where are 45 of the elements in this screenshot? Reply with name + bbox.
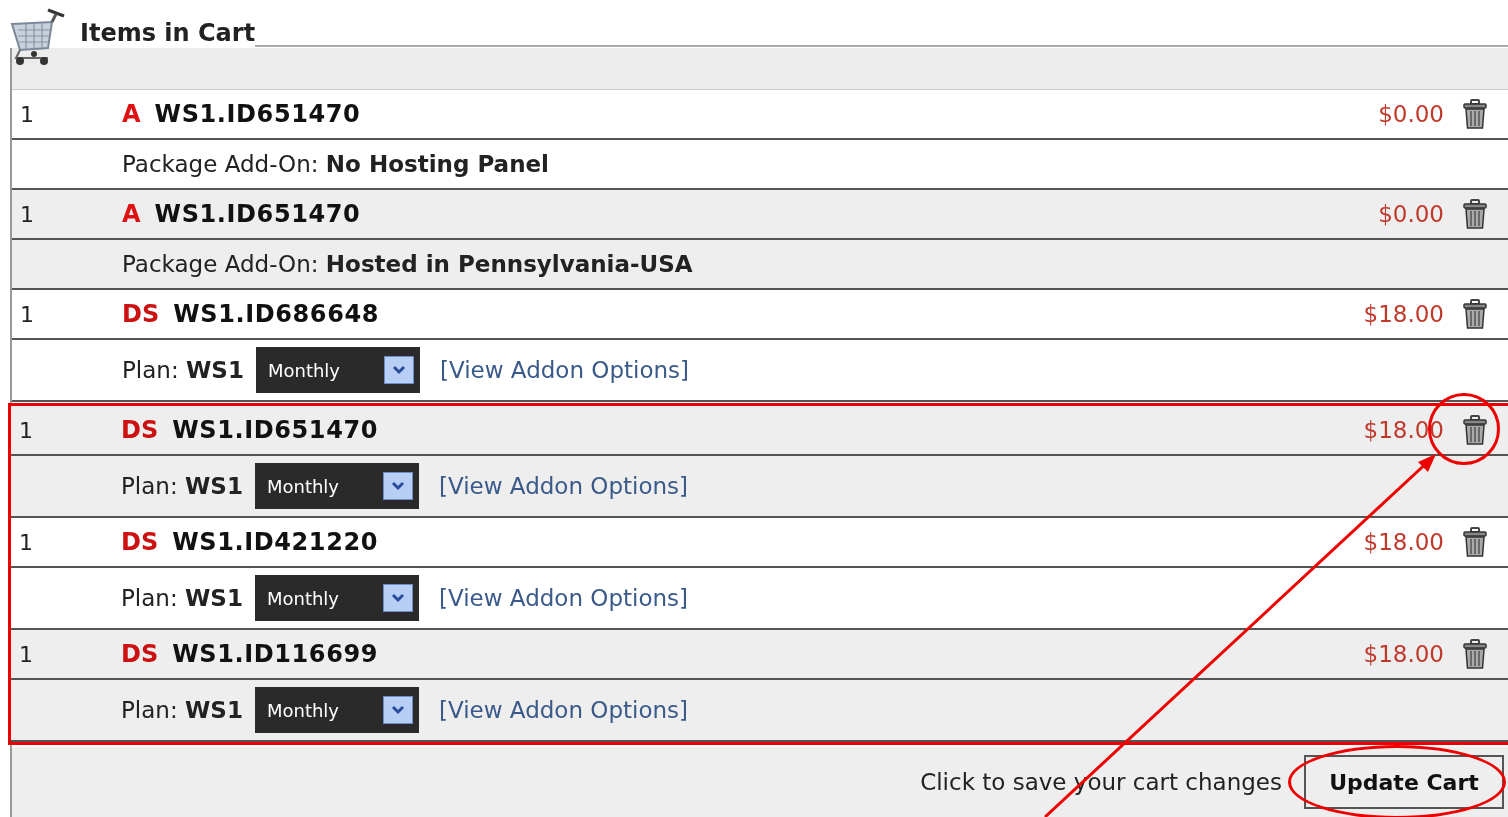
- item-type: DS: [121, 415, 159, 446]
- price: $18.00: [1363, 639, 1444, 669]
- quantity: 1: [19, 300, 35, 329]
- price: $18.00: [1363, 527, 1444, 557]
- delete-trash-icon[interactable]: [1462, 199, 1488, 229]
- delete-trash-icon[interactable]: [1462, 299, 1488, 329]
- billing-dropdown[interactable]: Monthly: [254, 687, 419, 733]
- quantity: 1: [18, 416, 34, 445]
- quantity: 1: [19, 200, 35, 229]
- quantity: 1: [18, 528, 34, 557]
- item-type: DS: [121, 639, 159, 670]
- plan-label: Plan: WS1: [121, 583, 243, 613]
- item-code: WS1.ID686648: [173, 299, 380, 330]
- billing-dropdown[interactable]: Monthly: [254, 463, 419, 509]
- view-addon-options-link[interactable]: [View Addon Options]: [438, 692, 689, 728]
- billing-dropdown[interactable]: Monthly: [255, 347, 420, 393]
- addon-description: Package Add-On: No Hosting Panel: [122, 149, 549, 179]
- item-code: WS1.ID421220: [172, 527, 379, 558]
- delete-trash-icon[interactable]: [1462, 99, 1488, 129]
- item-code: WS1.ID651470: [154, 99, 361, 130]
- quantity: 1: [18, 640, 34, 669]
- delete-trash-icon[interactable]: [1462, 639, 1488, 669]
- view-addon-options-link[interactable]: [View Addon Options]: [439, 352, 690, 388]
- item-code: WS1.ID116699: [172, 639, 379, 670]
- item-type: A: [122, 199, 141, 230]
- item-type: DS: [121, 527, 159, 558]
- plan-label: Plan: WS1: [121, 471, 243, 501]
- update-cart-button[interactable]: Update Cart: [1304, 755, 1504, 809]
- quantity: 1: [19, 100, 35, 129]
- delete-trash-icon[interactable]: [1462, 415, 1488, 445]
- price: $0.00: [1378, 199, 1444, 229]
- delete-trash-icon[interactable]: [1462, 527, 1488, 557]
- plan-label: Plan: WS1: [121, 695, 243, 725]
- price: $18.00: [1363, 299, 1444, 329]
- view-addon-options-link[interactable]: [View Addon Options]: [438, 580, 689, 616]
- price: $0.00: [1378, 99, 1444, 129]
- addon-description: Package Add-On: Hosted in Pennsylvania-USA: [122, 249, 693, 279]
- billing-dropdown[interactable]: Monthly: [254, 575, 419, 621]
- plan-label: Plan: WS1: [122, 355, 244, 385]
- item-code: WS1.ID651470: [172, 415, 379, 446]
- item-type: DS: [122, 299, 160, 330]
- view-addon-options-link[interactable]: [View Addon Options]: [438, 468, 689, 504]
- item-type: A: [122, 99, 141, 130]
- item-code: WS1.ID651470: [154, 199, 361, 230]
- section-title: Items in Cart: [80, 18, 256, 48]
